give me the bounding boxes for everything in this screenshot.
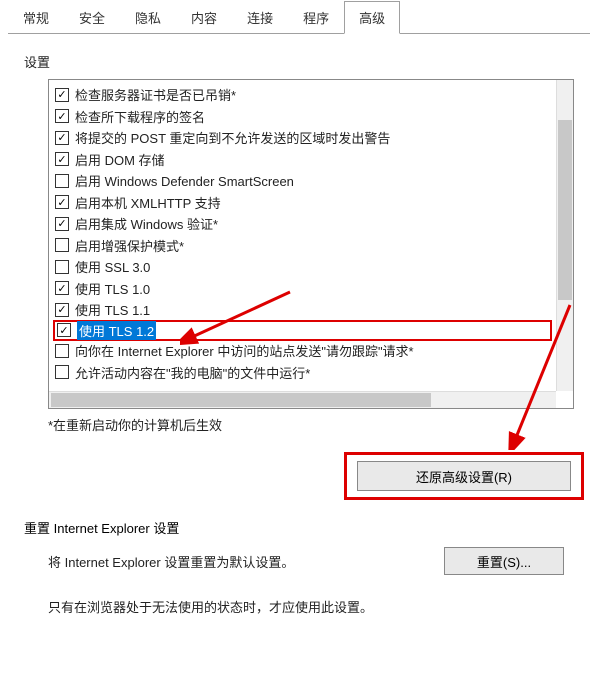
checkbox[interactable]: ✓ [55, 303, 69, 317]
tab-1[interactable]: 安全 [64, 1, 120, 34]
tab-0[interactable]: 常规 [8, 1, 64, 34]
list-item[interactable]: ✓ 启用本机 XMLHTTP 支持 [55, 192, 550, 214]
list-item[interactable]: ✓ 启用集成 Windows 验证* [55, 213, 550, 235]
checkbox[interactable] [55, 238, 69, 252]
list-item-label: 使用 SSL 3.0 [75, 257, 150, 276]
list-item-label: 检查所下载程序的签名 [75, 107, 205, 126]
tab-6[interactable]: 高级 [344, 1, 400, 34]
tab-3[interactable]: 内容 [176, 1, 232, 34]
restore-highlight-box: 还原高级设置(R) [344, 452, 584, 500]
tab-2[interactable]: 隐私 [120, 1, 176, 34]
list-item-label: 启用 DOM 存储 [75, 150, 165, 169]
list-item[interactable]: 启用 Windows Defender SmartScreen [55, 170, 550, 192]
checkbox[interactable]: ✓ [55, 131, 69, 145]
list-item-label: 启用增强保护模式* [75, 236, 184, 255]
list-item-label: 使用 TLS 1.1 [75, 300, 150, 319]
list-item-label: 允许活动内容在"我的电脑"的文件中运行* [75, 363, 310, 382]
restart-note: *在重新启动你的计算机后生效 [48, 415, 574, 434]
checkbox[interactable] [55, 260, 69, 274]
settings-label: 设置 [24, 52, 574, 71]
checkbox[interactable] [55, 344, 69, 358]
list-item-label: 使用 TLS 1.2 [77, 321, 156, 340]
vertical-scrollbar[interactable] [556, 80, 573, 391]
checkbox[interactable]: ✓ [55, 88, 69, 102]
list-item[interactable]: 使用 SSL 3.0 [55, 256, 550, 278]
checkbox[interactable] [55, 365, 69, 379]
tab-4[interactable]: 连接 [232, 1, 288, 34]
list-item-label: 启用 Windows Defender SmartScreen [75, 171, 294, 190]
restore-advanced-button[interactable]: 还原高级设置(R) [357, 461, 571, 491]
list-item-label: 启用集成 Windows 验证* [75, 214, 218, 233]
list-item-label: 启用本机 XMLHTTP 支持 [75, 193, 221, 212]
horizontal-scrollbar[interactable] [49, 391, 556, 408]
list-item-label: 检查服务器证书是否已吊销* [75, 85, 236, 104]
list-item[interactable]: 向你在 Internet Explorer 中访问的站点发送"请勿跟踪"请求* [55, 340, 550, 362]
reset-section-title: 重置 Internet Explorer 设置 [24, 518, 574, 537]
list-item[interactable]: ✓ 使用 TLS 1.0 [55, 278, 550, 300]
list-item[interactable]: ✓ 启用 DOM 存储 [55, 149, 550, 171]
scroll-thumb[interactable] [558, 120, 572, 300]
list-item-label: 向你在 Internet Explorer 中访问的站点发送"请勿跟踪"请求* [75, 341, 414, 360]
checkbox[interactable] [55, 174, 69, 188]
reset-description: 将 Internet Explorer 设置重置为默认设置。 [48, 552, 444, 571]
list-item[interactable]: 允许活动内容在"我的电脑"的文件中运行* [55, 362, 550, 384]
checkbox[interactable]: ✓ [57, 323, 71, 337]
list-item[interactable]: ✓ 检查所下载程序的签名 [55, 106, 550, 128]
scroll-thumb[interactable] [51, 393, 431, 407]
list-item[interactable]: ✓ 将提交的 POST 重定向到不允许发送的区域时发出警告 [55, 127, 550, 149]
settings-listbox[interactable]: ✓ 检查服务器证书是否已吊销* ✓ 检查所下载程序的签名 ✓ 将提交的 POST 重定向到… [48, 79, 574, 409]
tab-5[interactable]: 程序 [288, 1, 344, 34]
list-item[interactable]: 启用增强保护模式* [55, 235, 550, 257]
checkbox[interactable]: ✓ [55, 152, 69, 166]
reset-hint: 只有在浏览器处于无法使用的状态时，才应使用此设置。 [48, 597, 574, 616]
checkbox[interactable]: ✓ [55, 217, 69, 231]
list-item[interactable]: ✓ 使用 TLS 1.2 [53, 320, 552, 342]
checkbox[interactable]: ✓ [55, 195, 69, 209]
list-item-label: 使用 TLS 1.0 [75, 279, 150, 298]
list-item-label: 将提交的 POST 重定向到不允许发送的区域时发出警告 [75, 128, 390, 147]
list-item[interactable]: ✓ 使用 TLS 1.1 [55, 299, 550, 321]
reset-button[interactable]: 重置(S)... [444, 547, 564, 575]
list-item[interactable]: ✓ 检查服务器证书是否已吊销* [55, 84, 550, 106]
checkbox[interactable]: ✓ [55, 109, 69, 123]
checkbox[interactable]: ✓ [55, 281, 69, 295]
